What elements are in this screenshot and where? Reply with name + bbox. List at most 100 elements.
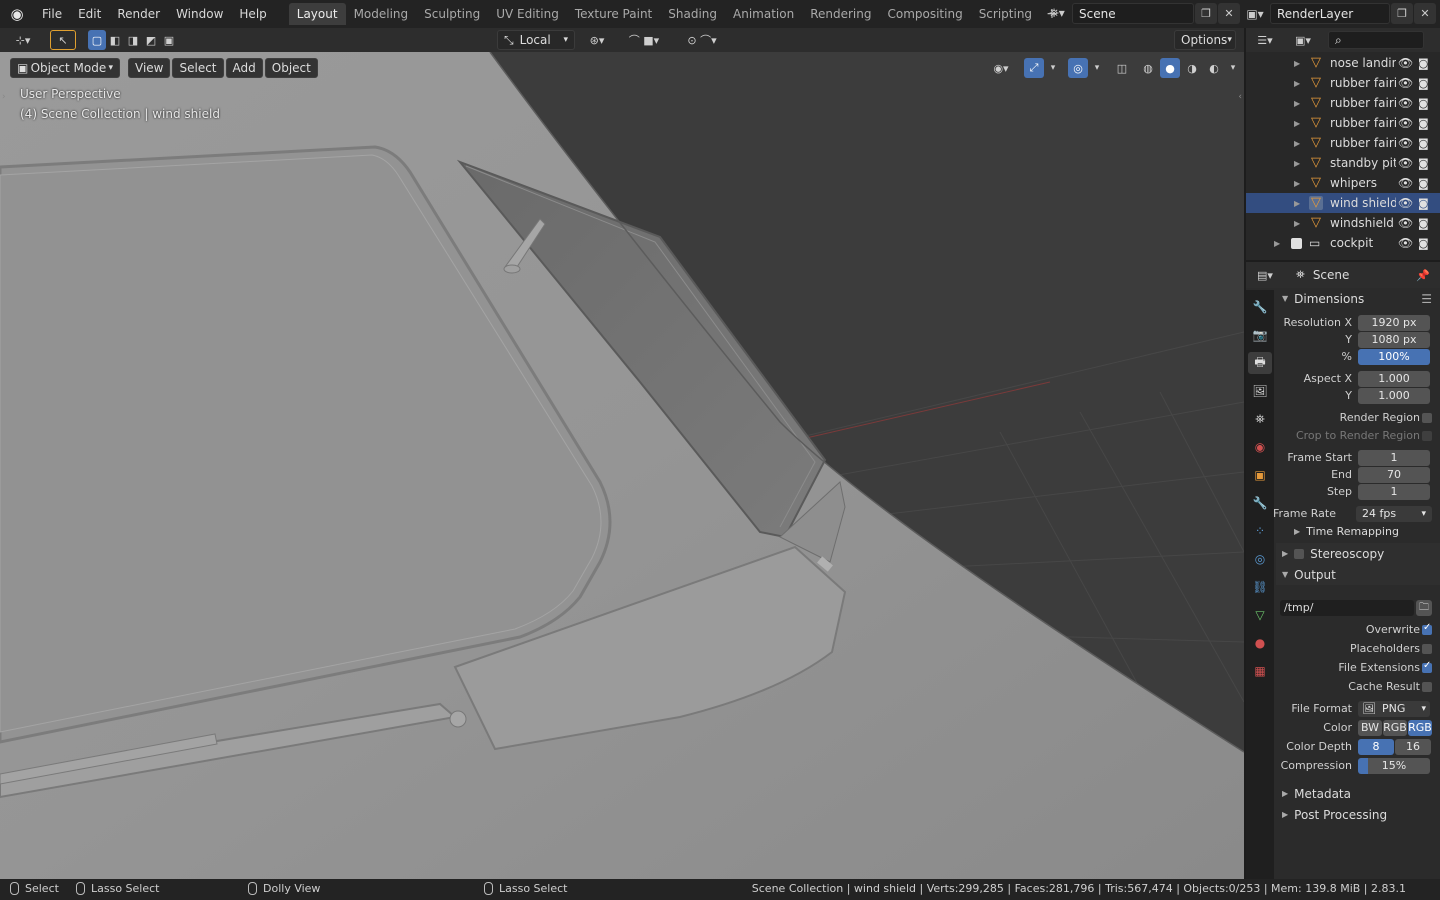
solid-shading-icon[interactable]: ● [1160,58,1180,78]
color-rgb-button[interactable]: RGB [1383,719,1407,736]
select-menu[interactable]: Select [172,58,224,78]
camera-icon[interactable]: ◙ [1418,137,1429,150]
wireframe-shading-icon[interactable]: ◍ [1138,58,1158,78]
output-path-input[interactable]: /tmp/ [1280,599,1414,616]
sidebar-expand-icon[interactable]: ‹ [1238,92,1242,102]
outliner-item[interactable]: ▶ ▽ rubber fairin👁 ◙ [1246,93,1440,113]
menu-edit[interactable]: Edit [70,7,109,21]
metadata-panel-header[interactable]: ▶ Metadata [1276,783,1440,804]
select-box-new-icon[interactable]: ▢ [88,30,106,50]
select-box-extend-icon[interactable]: ◧ [106,30,124,50]
eye-icon[interactable]: 👁 [1398,76,1413,90]
post-processing-panel-header[interactable]: ▶ Post Processing [1276,804,1440,825]
stereoscopy-panel-header[interactable]: ▶ Stereoscopy [1276,543,1440,564]
particles-tab-icon[interactable]: ⁘ [1248,520,1272,542]
collection-checkbox[interactable] [1291,237,1302,249]
menu-file[interactable]: File [34,7,70,21]
tab-rendering[interactable]: Rendering [802,3,879,25]
expand-arrow-icon[interactable]: ▶ [1294,179,1300,188]
tool-tab-icon[interactable]: 🔧 [1248,296,1272,318]
physics-tab-icon[interactable]: ◎ [1248,548,1272,570]
scene-name-field[interactable]: Scene [1072,3,1194,24]
outliner-item[interactable]: ▶ ▽ nose landing👁 ◙ [1246,53,1440,73]
dimensions-panel-header[interactable]: ▼ Dimensions ☰ [1276,288,1440,309]
eye-icon[interactable]: 👁 [1398,156,1413,170]
eye-icon[interactable]: 👁 [1398,216,1413,230]
frame-end-field[interactable]: 70 [1358,466,1430,483]
frame-start-field[interactable]: 1 [1358,449,1430,466]
select-tool-icon[interactable]: ↖ [50,30,76,50]
viewport-scene[interactable] [0,52,1244,879]
menu-render[interactable]: Render [109,7,168,21]
eye-icon[interactable]: 👁 [1398,236,1413,250]
render-region-checkbox[interactable] [1422,412,1432,423]
view-layer-field[interactable]: RenderLayer [1270,3,1390,24]
render-tab-icon[interactable]: 📷 [1248,324,1272,346]
texture-tab-icon[interactable]: ▦ [1248,660,1272,682]
outliner-editor-icon[interactable]: ☰▾ [1250,30,1280,50]
eye-icon[interactable]: 👁 [1398,116,1413,130]
rendered-shading-icon[interactable]: ◐ [1204,58,1224,78]
view-menu[interactable]: View [128,58,171,78]
delete-view-layer-icon[interactable]: ✕ [1414,3,1436,24]
select-box-invert-icon[interactable]: ◩ [142,30,160,50]
xray-icon[interactable]: ◫ [1112,58,1132,78]
file-extensions-checkbox[interactable] [1422,660,1432,673]
blender-logo-icon[interactable]: ◉ [0,5,34,23]
resolution-x-field[interactable]: 1920 px [1358,314,1430,331]
expand-arrow-icon[interactable]: ▶ [1294,119,1300,128]
eye-icon[interactable]: 👁 [1398,56,1413,70]
data-tab-icon[interactable]: ▽ [1248,604,1272,626]
expand-arrow-icon[interactable]: ▶ [1294,79,1300,88]
outliner-item[interactable]: ▶ ▽ standby pitit👁 ◙ [1246,153,1440,173]
expand-arrow-icon[interactable]: ▶ [1294,219,1300,228]
new-view-layer-icon[interactable]: ❐ [1391,3,1413,24]
output-panel-header[interactable]: ▼ Output [1276,564,1440,585]
compression-slider[interactable]: 15% [1358,757,1430,774]
material-shading-icon[interactable]: ◑ [1182,58,1202,78]
presets-icon[interactable]: ☰ [1421,292,1432,306]
tab-animation[interactable]: Animation [725,3,802,25]
pin-icon[interactable]: 📌 [1416,269,1430,282]
expand-arrow-icon[interactable]: ▶ [1294,99,1300,108]
menu-help[interactable]: Help [231,7,274,21]
visibility-icon[interactable]: ◉▾ [986,58,1016,78]
overlays-icon[interactable]: ◎ [1068,58,1088,78]
editor-type-icon[interactable]: ⊹▾ [6,30,40,50]
chevron-down-icon[interactable]: ▾ [1226,58,1240,78]
select-box-subtract-icon[interactable]: ◨ [124,30,142,50]
expand-arrow-icon[interactable]: ▶ [1294,59,1300,68]
tab-compositing[interactable]: Compositing [879,3,970,25]
stereoscopy-checkbox[interactable] [1294,548,1305,559]
add-menu[interactable]: Add [225,58,263,78]
tab-shading[interactable]: Shading [660,3,725,25]
chevron-down-icon[interactable]: ▾ [1046,58,1060,78]
color-depth-8-button[interactable]: 8 [1358,738,1394,755]
color-bw-button[interactable]: BW [1358,719,1382,736]
camera-icon[interactable]: ◙ [1418,177,1429,190]
chevron-down-icon[interactable]: ▾ [1090,58,1104,78]
new-scene-icon[interactable]: ❐ [1195,3,1217,24]
tab-texture-paint[interactable]: Texture Paint [567,3,660,25]
options-dropdown[interactable]: Options ▾ [1174,30,1236,50]
expand-arrow-icon[interactable]: ▶ [1294,199,1300,208]
scene-tab-icon[interactable]: ⛯ [1248,408,1272,430]
pivot-point-icon[interactable]: ⊛▾ [582,30,612,50]
camera-icon[interactable]: ◙ [1418,237,1429,250]
frame-step-field[interactable]: 1 [1358,483,1430,500]
menu-window[interactable]: Window [168,7,231,21]
tab-uv-editing[interactable]: UV Editing [488,3,567,25]
file-format-dropdown[interactable]: 🖼 PNG ▾ [1358,700,1430,717]
tab-modeling[interactable]: Modeling [346,3,417,25]
cache-result-checkbox[interactable] [1422,681,1432,692]
eye-icon[interactable]: 👁 [1398,96,1413,110]
proportional-editing-icon[interactable]: ⊙ ⌒▾ [676,30,728,50]
display-mode-icon[interactable]: ▣▾ [1288,30,1318,50]
object-mode-dropdown[interactable]: ▣ Object Mode ▾ [10,58,120,78]
camera-icon[interactable]: ◙ [1418,77,1429,90]
camera-icon[interactable]: ◙ [1418,117,1429,130]
transform-orientation-dropdown[interactable]: ⤡ Local ▾ [497,30,575,50]
material-tab-icon[interactable]: ● [1248,632,1272,654]
outliner-search-input[interactable]: ⌕ [1328,31,1424,49]
camera-icon[interactable]: ◙ [1418,217,1429,230]
